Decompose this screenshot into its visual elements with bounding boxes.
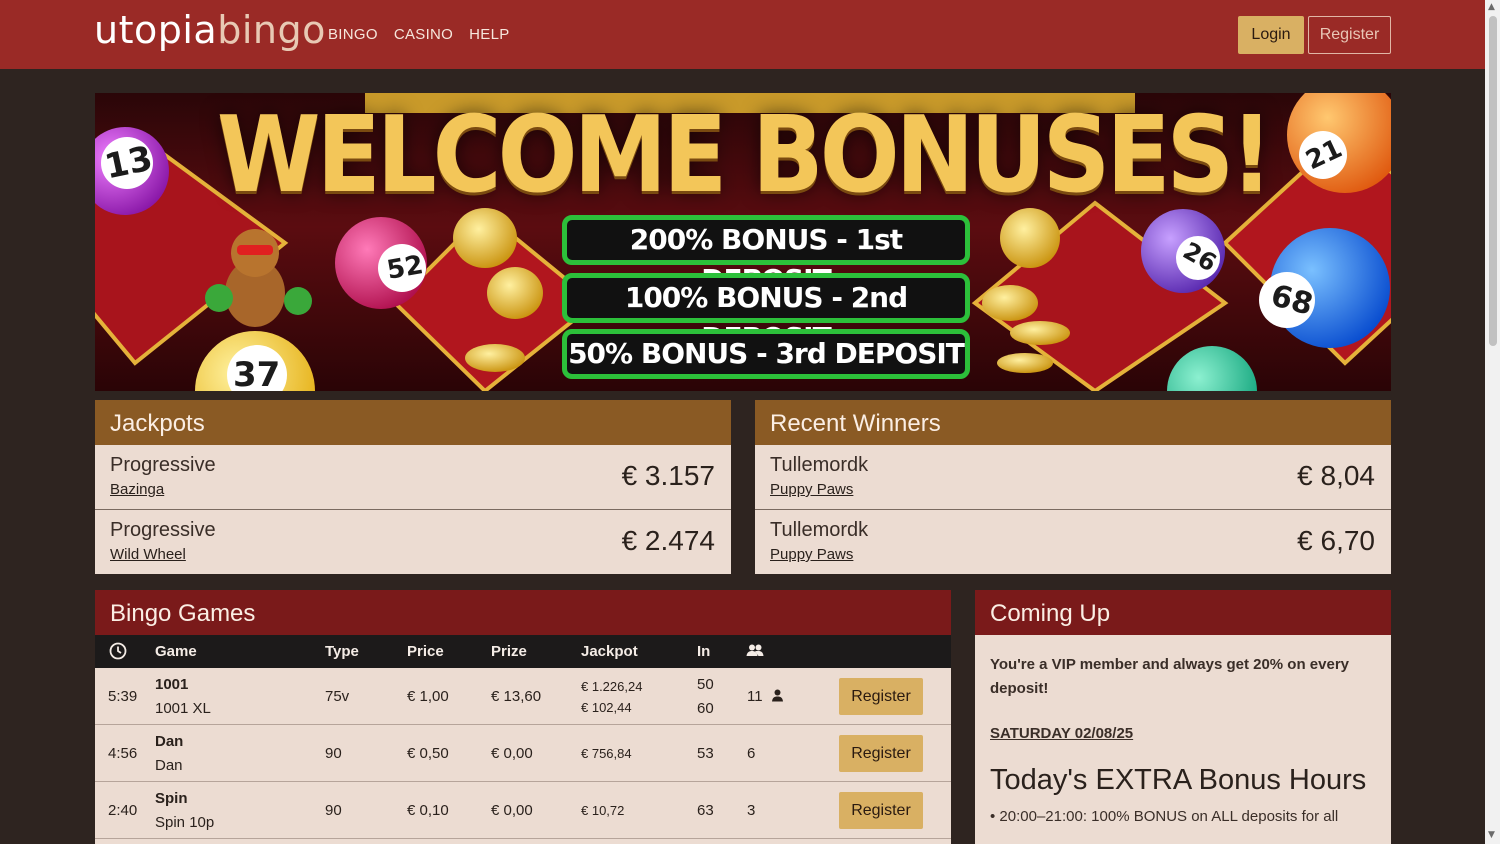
game-subname: 1001 XL — [155, 700, 211, 717]
winner-name: Tullemordk — [770, 519, 869, 541]
table-row[interactable]: 5:39 1001 1001 XL 75v € 1,00 € 13,60 € 1… — [95, 668, 951, 725]
game-subname: Dan — [155, 757, 183, 774]
banner-headline: WELCOME BONUSES! — [216, 94, 1273, 217]
jackpot-row: Progressive Wild Wheel € 2.474 — [95, 510, 731, 574]
players-icon — [746, 643, 764, 663]
game-price: € 0,50 — [407, 745, 449, 762]
nav-casino[interactable]: CASINO — [394, 26, 453, 43]
ball-number-37: 37 — [233, 355, 281, 391]
coming-up-title: Coming Up — [975, 590, 1391, 635]
game-type: 90 — [325, 745, 342, 762]
column-game[interactable]: Game — [155, 643, 197, 660]
game-name: 1001 — [155, 676, 189, 693]
table-row[interactable]: 2:40 Spin Spin 10p 90 € 0,10 € 0,00 € 10… — [95, 782, 951, 839]
nav-help[interactable]: HELP — [469, 26, 509, 43]
game-in: 53 — [697, 745, 714, 762]
game-price: € 1,00 — [407, 688, 449, 705]
bingo-games-panel: Bingo Games Game Type Price Prize Jackpo… — [95, 590, 951, 844]
bingo-table-header: Game Type Price Prize Jackpot In — [95, 635, 951, 668]
game-in-secondary: 60 — [697, 700, 714, 717]
game-register-button[interactable]: Register — [839, 678, 923, 715]
winner-row: Tullemordk Puppy Paws € 8,04 — [755, 445, 1391, 510]
game-type: 75v — [325, 688, 350, 705]
game-type: 90 — [325, 802, 342, 819]
scroll-down-arrow-icon[interactable]: ▼ — [1488, 830, 1495, 840]
scrollbar-thumb[interactable] — [1489, 16, 1497, 346]
game-prize: € 0,00 — [491, 802, 533, 819]
winner-game-link[interactable]: Puppy Paws — [770, 546, 853, 563]
game-jackpot: € 756,84 — [581, 746, 632, 761]
game-time: 5:39 — [108, 688, 138, 705]
table-row[interactable]: 4:56 Dan Dan 90 € 0,50 € 0,00 € 756,84 5… — [95, 725, 951, 782]
game-subname: Spin 10p — [155, 814, 215, 831]
bonus-hours-item: • 20:00–21:00: 100% BONUS on ALL deposit… — [990, 808, 1339, 825]
game-players: 11 — [747, 688, 783, 705]
schedule-date: SATURDAY 02/08/25 — [990, 725, 1134, 742]
game-in: 63 — [697, 802, 714, 819]
coming-up-body: You're a VIP member and always get 20% o… — [975, 635, 1391, 829]
bonus-line-2: 100% BONUS - 2nd DEPOSIT — [562, 273, 970, 354]
jackpot-label: Progressive — [110, 454, 216, 476]
logo-text-utopia: utopia — [94, 8, 218, 52]
jackpots-panel: Jackpots Progressive Bazinga € 3.157 Pro… — [95, 400, 731, 574]
logo-text-bingo: bingo — [217, 8, 326, 52]
winner-amount: € 6,70 — [1297, 525, 1375, 556]
page-scrollbar[interactable]: ▲ ▼ — [1485, 0, 1500, 844]
jackpot-game-link[interactable]: Wild Wheel — [110, 546, 186, 563]
game-players-count: 11 — [747, 688, 763, 705]
scroll-up-arrow-icon[interactable]: ▲ — [1488, 2, 1495, 12]
jackpots-title: Jackpots — [95, 400, 731, 445]
game-name: Spin — [155, 790, 188, 807]
winner-amount: € 8,04 — [1297, 460, 1375, 491]
recent-winners-title: Recent Winners — [755, 400, 1391, 445]
column-prize[interactable]: Prize — [491, 643, 527, 660]
game-name: Dan — [155, 733, 184, 750]
game-jackpot: € 1.226,24 — [581, 679, 643, 694]
login-button[interactable]: Login — [1238, 16, 1304, 54]
winner-name: Tullemordk — [770, 454, 869, 476]
column-price[interactable]: Price — [407, 643, 444, 660]
bonus-line-3: 50% BONUS - 3rd DEPOSIT — [562, 329, 970, 379]
column-jackpot[interactable]: Jackpot — [581, 643, 638, 660]
game-prize: € 13,60 — [491, 688, 542, 705]
game-price: € 0,10 — [407, 802, 449, 819]
player-icon — [771, 689, 783, 702]
game-time: 4:56 — [108, 745, 138, 762]
game-in: 50 — [697, 676, 714, 693]
column-type[interactable]: Type — [325, 643, 359, 660]
ball-number-52: 52 — [384, 250, 426, 286]
game-players-count: 3 — [747, 802, 756, 819]
game-register-button[interactable]: Register — [839, 792, 923, 829]
jackpot-row: Progressive Bazinga € 3.157 — [95, 445, 731, 510]
jackpot-amount: € 3.157 — [621, 460, 715, 491]
game-jackpot-secondary: € 102,44 — [581, 700, 632, 715]
winner-row: Tullemordk Puppy Paws € 6,70 — [755, 510, 1391, 574]
jackpot-game-link[interactable]: Bazinga — [110, 481, 164, 498]
site-header: utopiabingo BINGO CASINO HELP Login Regi… — [0, 0, 1485, 69]
bonus-line-1: 200% BONUS - 1st DEPOSIT — [562, 215, 970, 296]
game-jackpot: € 10,72 — [581, 803, 625, 818]
clock-icon — [109, 642, 127, 664]
column-in[interactable]: In — [697, 643, 710, 660]
coming-up-panel: Coming Up You're a VIP member and always… — [975, 590, 1391, 844]
nav-bingo[interactable]: BINGO — [328, 26, 378, 43]
game-players-count: 6 — [747, 745, 756, 762]
recent-winners-panel: Recent Winners Tullemordk Puppy Paws € 8… — [755, 400, 1391, 574]
game-register-button[interactable]: Register — [839, 735, 923, 772]
vip-message: You're a VIP member and always get 20% o… — [990, 656, 1350, 697]
jackpot-label: Progressive — [110, 519, 216, 541]
register-button[interactable]: Register — [1308, 16, 1391, 54]
site-logo[interactable]: utopiabingo — [94, 8, 326, 52]
bonus-hours-title: Today's EXTRA Bonus Hours — [990, 764, 1367, 796]
jackpot-amount: € 2.474 — [621, 525, 715, 556]
bingo-games-title: Bingo Games — [95, 590, 951, 635]
welcome-bonus-banner[interactable]: WELCOME BONUSES! 200% BONUS - 1st DEPOSI… — [95, 93, 1391, 391]
game-time: 2:40 — [108, 802, 138, 819]
winner-game-link[interactable]: Puppy Paws — [770, 481, 853, 498]
main-nav: BINGO CASINO HELP — [328, 26, 510, 43]
game-prize: € 0,00 — [491, 745, 533, 762]
